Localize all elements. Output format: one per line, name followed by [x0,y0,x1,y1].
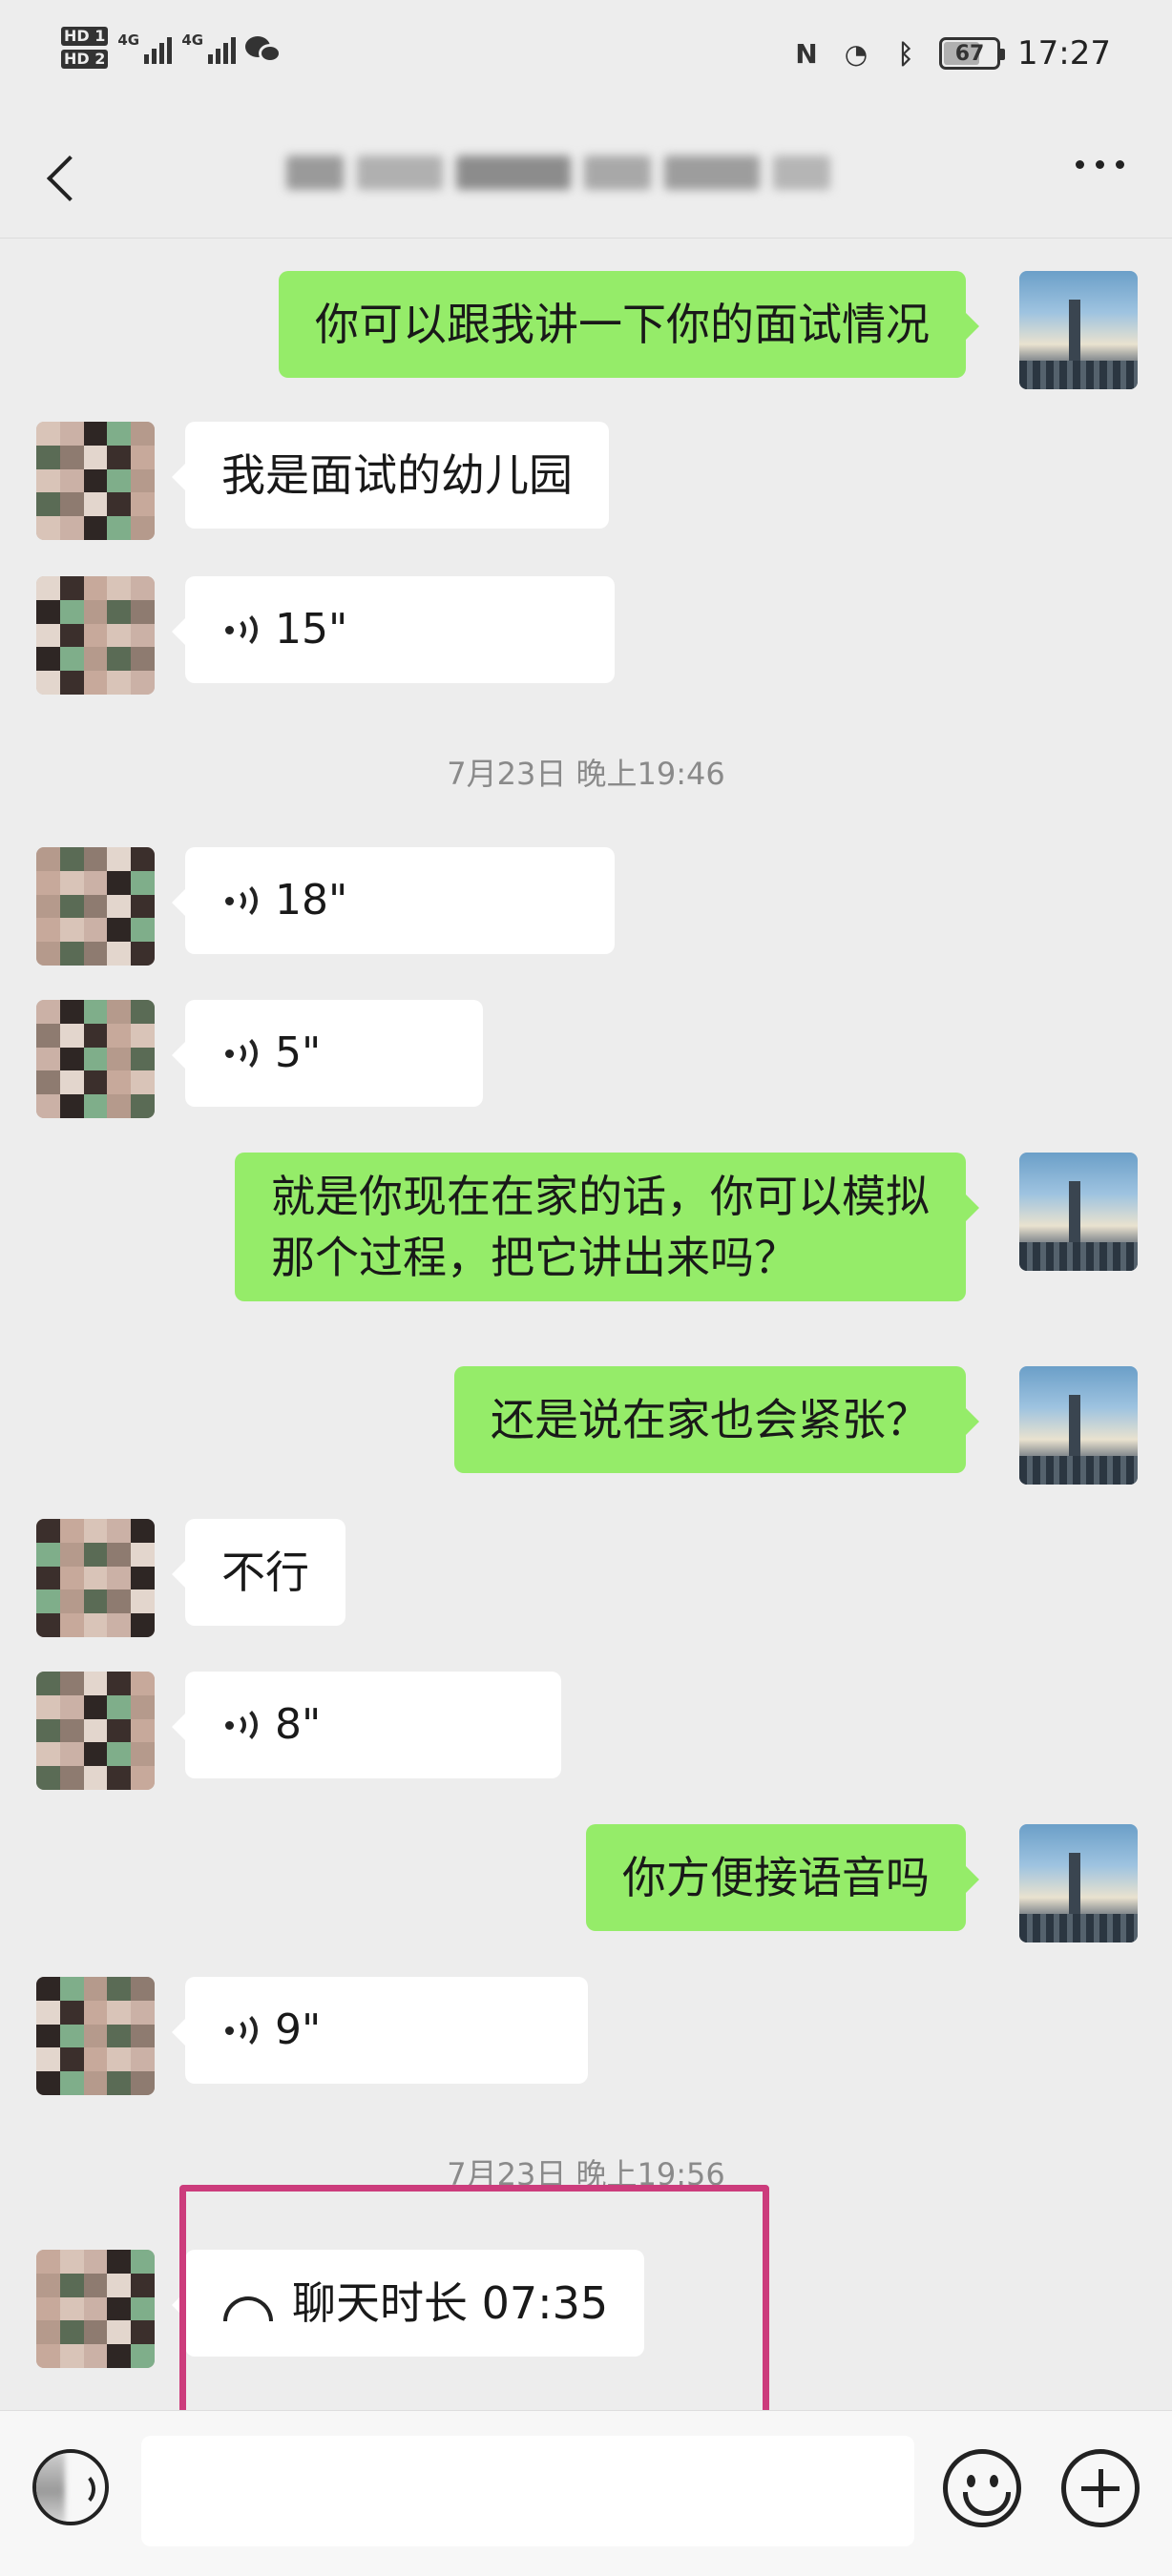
alarm-icon: ◔ [844,37,869,70]
emoji-icon[interactable] [943,2449,1021,2527]
more-icon[interactable] [1076,160,1124,169]
voice-wave-icon [221,1705,258,1745]
message-line: 那个过程，把它讲出来吗？ [271,1232,798,1283]
sim2-indicator: HD 2 [61,50,109,69]
message-row-received: 18" [0,847,1172,966]
message-line: 就是你现在在家的话，你可以模拟 [271,1171,930,1222]
network-type-1: 4G [117,31,140,49]
message-input[interactable] [141,2436,914,2546]
avatar-contact[interactable] [36,1519,155,1637]
message-row-received: 5" [0,1000,1172,1118]
avatar-contact[interactable] [36,576,155,695]
avatar-contact[interactable] [36,1672,155,1790]
message-row-sent: 还是说在家也会紧张？ [0,1366,1172,1485]
message-bubble-sent[interactable]: 就是你现在在家的话，你可以模拟 那个过程，把它讲出来吗？ [235,1153,979,1301]
voice-duration: 15" [275,605,348,654]
battery-level: 67 [954,41,985,66]
network-type-2: 4G [181,31,204,49]
message-row-sent: 你可以跟我讲一下你的面试情况 [0,271,1172,389]
avatar-contact[interactable] [36,1977,155,2095]
message-row-received: 8" [0,1672,1172,1790]
clock: 17:27 [1017,34,1111,73]
status-bar: HD 1 HD 2 4G 4G N ◔ ᛒ 67 17:27 [0,0,1172,114]
chat-title-blurred [286,141,849,204]
avatar-self[interactable] [1019,1366,1138,1485]
avatar-contact[interactable] [36,2250,155,2368]
chevron-left-icon[interactable] [38,143,95,210]
message-bubble-sent[interactable]: 你可以跟我讲一下你的面试情况 [279,271,979,378]
message-bubble-sent[interactable]: 还是说在家也会紧张？ [454,1366,979,1473]
voice-message[interactable]: 9" [172,1977,588,2084]
message-row-received: 9" [0,1977,1172,2095]
message-bubble-received[interactable]: 我是面试的幼儿园 [172,422,609,529]
add-icon[interactable] [1061,2449,1140,2527]
voice-message[interactable]: 18" [172,847,615,954]
message-row-sent: 就是你现在在家的话，你可以模拟 那个过程，把它讲出来吗？ [0,1153,1172,1332]
chat-header [0,114,1172,239]
message-row-received: 不行 [0,1519,1172,1637]
avatar-contact[interactable] [36,847,155,966]
bluetooth-icon: ᛒ [897,37,914,70]
input-bar [0,2410,1172,2576]
voice-wave-icon [221,1033,258,1073]
message-row-received: 我是面试的幼儿园 [0,422,1172,540]
avatar-contact[interactable] [36,1000,155,1118]
annotation-highlight-box [179,2185,769,2425]
voice-duration: 5" [275,1028,322,1077]
voice-message[interactable]: 15" [172,576,615,683]
voice-duration: 8" [275,1700,322,1749]
voice-wave-icon [221,610,258,650]
voice-message[interactable]: 8" [172,1672,561,1778]
sim1-indicator: HD 1 [61,27,109,46]
voice-duration: 18" [275,876,348,924]
message-row-received: 15" [0,576,1172,695]
voice-message[interactable]: 5" [172,1000,483,1107]
voice-wave-icon [221,881,258,921]
avatar-self[interactable] [1019,1824,1138,1942]
message-row-sent: 你方便接语音吗 [0,1824,1172,1942]
wechat-notification-icon [245,32,283,63]
voice-duration: 9" [275,2005,322,2054]
message-bubble-received[interactable]: 不行 [172,1519,345,1626]
voice-wave-icon [221,2010,258,2050]
timestamp: 7月23日 晚上19:46 [447,756,725,792]
avatar-self[interactable] [1019,1153,1138,1271]
avatar-self[interactable] [1019,271,1138,389]
network-indicators: HD 1 HD 2 4G 4G [61,27,283,69]
voice-input-icon[interactable] [32,2449,109,2525]
battery-icon: 67 [939,37,1006,70]
signal-icon: 4G [181,31,237,64]
avatar-contact[interactable] [36,422,155,540]
nfc-icon: N [795,37,818,70]
message-bubble-sent[interactable]: 你方便接语音吗 [586,1824,979,1931]
signal-icon: 4G [117,31,173,64]
